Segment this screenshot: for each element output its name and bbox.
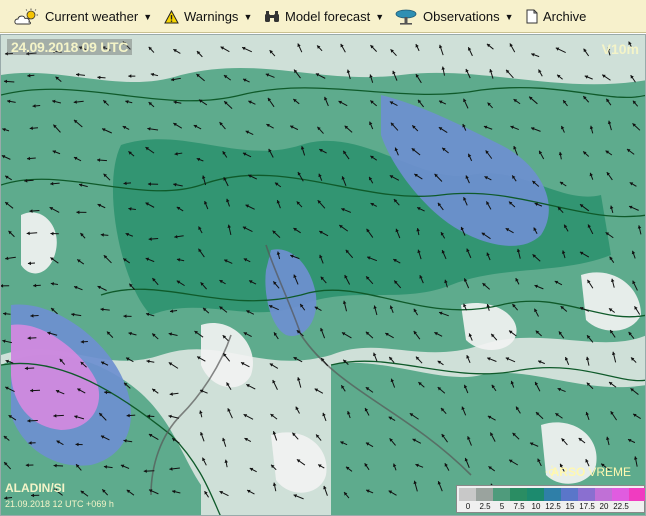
legend-tick-label: 2.5 [479,502,491,511]
valid-time-label: 24.09.2018 09 UTC [7,39,133,55]
legend-swatch [561,488,578,501]
wind-forecast-map[interactable]: 24.09.2018 09 UTC V10m ALADIN/SI 21.09.2… [0,34,646,516]
warning-icon [164,9,179,24]
menu-model-forecast-label: Model forecast [285,9,371,24]
arso-brand: ARSO VREME [545,465,631,479]
legend-tick-label: 20 [599,502,609,511]
map-canvas [1,35,645,515]
legend-tick-label: 15 [565,502,575,511]
legend-swatch [578,488,595,501]
station-icon [394,9,418,25]
legend-tick-label: 10 [531,502,541,511]
legend-swatch [612,488,629,501]
legend-tick-label: 22.5 [613,502,629,511]
legend-swatch [629,488,645,501]
chevron-down-icon: ▼ [243,11,253,22]
legend-swatch [459,488,476,501]
cloud-sun-icon [14,8,40,26]
menu-current-weather-label: Current weather [45,9,139,24]
chevron-down-icon: ▼ [143,11,153,22]
binoculars-icon [264,10,280,24]
legend-swatch [493,488,510,501]
legend-swatch [527,488,544,501]
menu-current-weather[interactable]: Current weather ▼ [14,0,152,33]
menu-warnings[interactable]: Warnings ▼ [164,0,252,33]
legend-swatch [476,488,493,501]
chevron-down-icon: ▼ [504,11,514,22]
model-run-label: 21.09.2018 12 UTC +069 h [5,499,114,509]
menu-warnings-label: Warnings [184,9,239,24]
menu-model-forecast[interactable]: Model forecast ▼ [264,0,384,33]
legend-tick-label: 17.5 [579,502,595,511]
menu-archive[interactable]: Archive [526,0,586,33]
wind-speed-legend: 0 2.5 5 7.5 10 12.5 15 17.5 20 22.5 [456,485,645,513]
parameter-label: V10m [601,41,639,57]
legend-swatch [595,488,612,501]
menu-observations[interactable]: Observations ▼ [394,0,514,33]
menu-observations-label: Observations [423,9,500,24]
legend-swatch [544,488,561,501]
chevron-down-icon: ▼ [375,11,385,22]
legend-tick-label: 0 [465,502,471,511]
model-name-label: ALADIN/SI [5,481,65,495]
menu-archive-label: Archive [543,9,587,24]
legend-tick-label: 5 [499,502,505,511]
legend-tick-label: 12.5 [545,502,561,511]
legend-swatch [510,488,527,501]
document-icon [526,9,538,24]
brand-subtitle: VREME [588,465,631,479]
legend-tick-label: 7.5 [513,502,525,511]
top-menu-bar: Current weather ▼ Warnings ▼ Model forec… [0,0,646,33]
